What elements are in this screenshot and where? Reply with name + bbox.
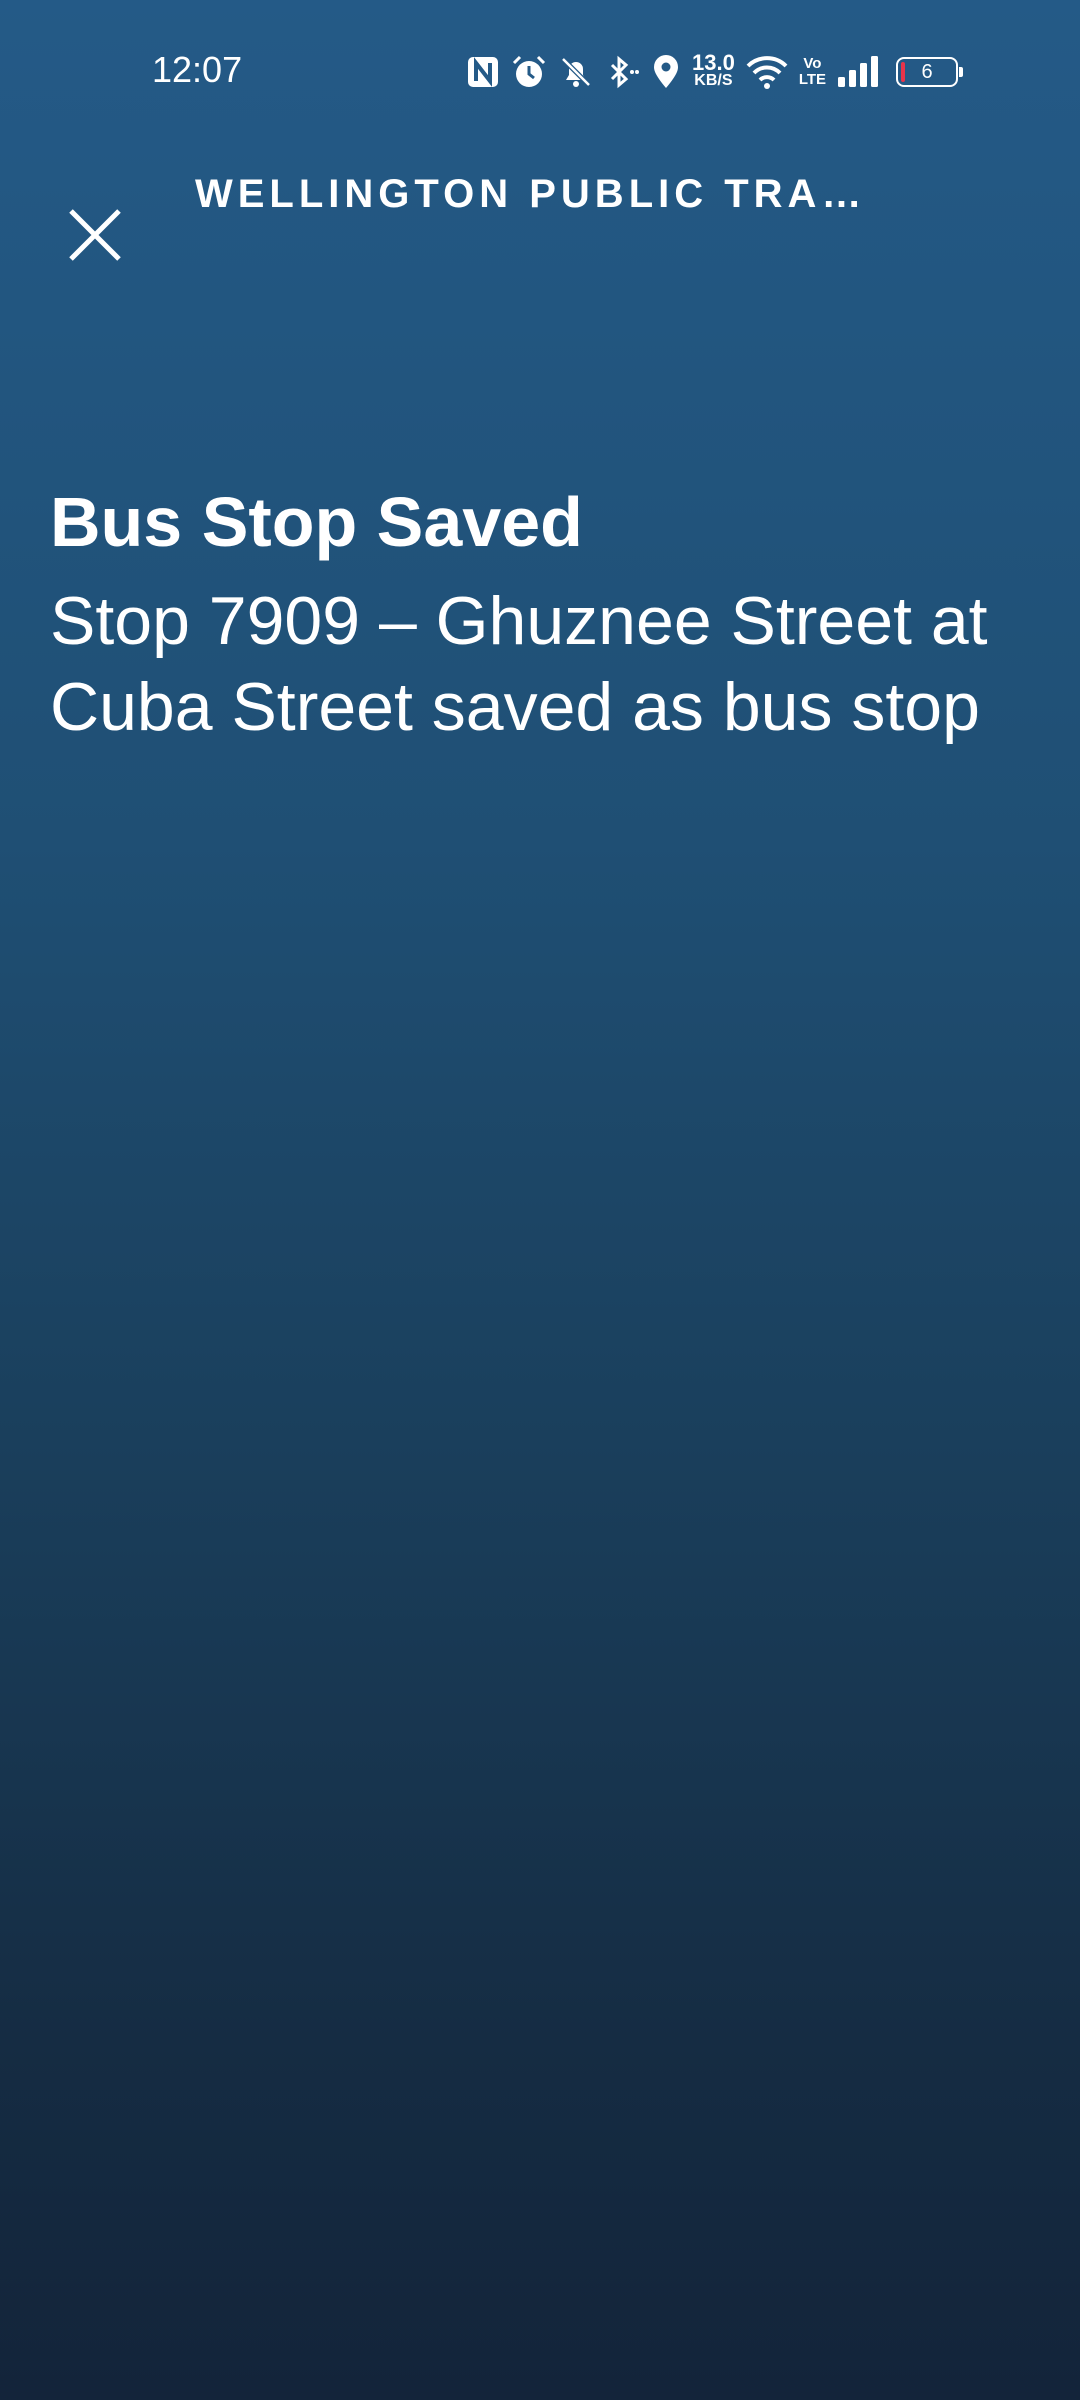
volte-top: Vo xyxy=(803,55,822,72)
status-bar: 12:07 13.0 KB/S Vo LTE 6 xyxy=(0,0,1080,140)
volte-indicator: Vo LTE xyxy=(799,48,826,96)
wifi-icon xyxy=(745,48,789,96)
status-icons: 13.0 KB/S Vo LTE 6 xyxy=(466,48,964,96)
battery-indicator: 6 xyxy=(896,57,964,87)
mute-icon xyxy=(558,48,594,96)
confirmation-message: Stop 7909 – Ghuznee Street at Cuba Stree… xyxy=(50,583,988,745)
battery-icon: 6 xyxy=(890,48,964,96)
battery-fill xyxy=(901,62,906,82)
location-icon xyxy=(650,48,682,96)
status-time: 12:07 xyxy=(152,49,243,90)
network-speed-unit: KB/S xyxy=(694,72,733,89)
network-speed-value: 13.0 xyxy=(692,50,735,75)
bluetooth-icon xyxy=(604,48,640,96)
confirmation-title: Bus Stop Saved xyxy=(50,483,583,561)
close-icon xyxy=(69,209,121,261)
signal-icon xyxy=(836,48,880,96)
battery-level: 6 xyxy=(921,60,933,83)
app-title: WELLINGTON PUBLIC TRAN... xyxy=(195,172,895,216)
network-speed: 13.0 KB/S xyxy=(692,48,735,96)
close-button[interactable] xyxy=(50,190,140,280)
nfc-icon xyxy=(466,48,500,96)
volte-bottom: LTE xyxy=(798,71,827,88)
alarm-icon xyxy=(510,48,548,96)
confirmation-content: Bus Stop Saved Stop 7909 – Ghuznee Stree… xyxy=(50,480,1040,750)
